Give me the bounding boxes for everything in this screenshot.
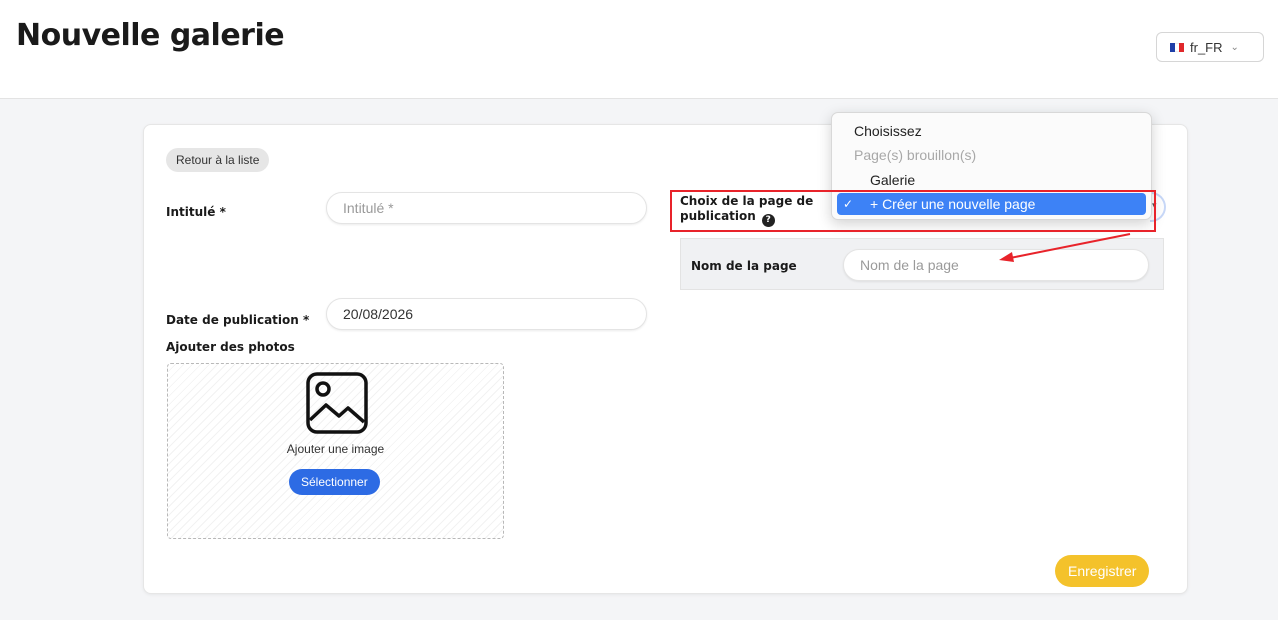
page-title: Nouvelle galerie (16, 18, 285, 53)
photo-upload-zone[interactable]: Ajouter une image Sélectionner (167, 363, 504, 539)
save-button[interactable]: Enregistrer (1055, 555, 1150, 587)
title-label: Intitulé * (166, 205, 226, 219)
page-name-label: Nom de la page (691, 259, 797, 273)
upload-caption: Ajouter une image (286, 442, 385, 456)
title-input[interactable] (326, 192, 647, 224)
flag-fr-icon (1170, 42, 1185, 52)
page-name-input[interactable] (843, 249, 1149, 281)
dropdown-option-drafts-header: Page(s) brouillon(s) (854, 147, 977, 163)
back-to-list-button[interactable]: Retour à la liste (166, 148, 270, 172)
language-select[interactable]: fr_FR ⌄ (1156, 32, 1264, 62)
language-label: fr_FR (1190, 39, 1223, 55)
chevron-down-icon: ⌄ (1230, 41, 1239, 53)
date-label: Date de publication * (166, 313, 310, 327)
image-placeholder-icon (306, 372, 368, 434)
date-input[interactable] (326, 298, 647, 330)
dropdown-option-choose[interactable]: Choisissez (832, 121, 1151, 141)
annotation-highlight-box (670, 190, 1156, 232)
select-files-button[interactable]: Sélectionner (289, 469, 380, 495)
photos-label: Ajouter des photos (166, 340, 295, 354)
dropdown-option-gallery[interactable]: Galerie (832, 170, 1151, 190)
